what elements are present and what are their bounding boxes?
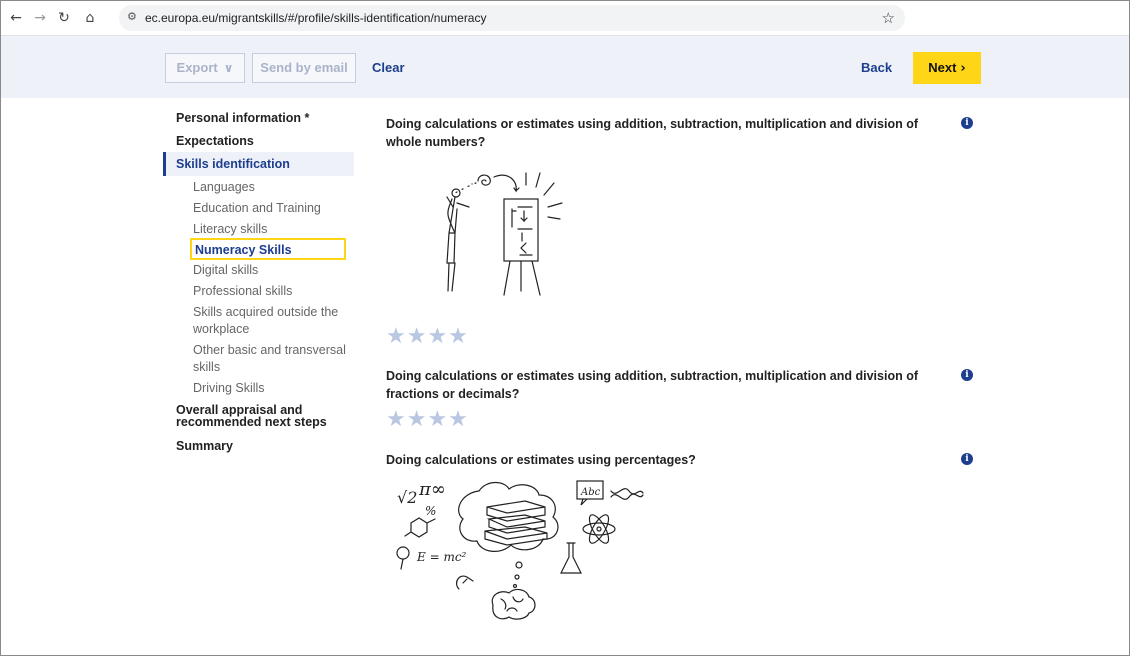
sidebar-item-summary[interactable]: Summary — [176, 439, 233, 453]
next-button[interactable]: Next › — [913, 52, 981, 84]
sidebar-item-overall-appraisal[interactable]: Overall appraisal and recommended next s… — [176, 404, 327, 429]
back-arrow-icon[interactable]: ← — [7, 9, 25, 27]
sidebar-item-languages[interactable]: Languages — [193, 180, 255, 194]
sidebar-item-education-training[interactable]: Education and Training — [193, 201, 321, 215]
sidebar-item-digital-skills[interactable]: Digital skills — [193, 263, 258, 277]
info-icon[interactable]: i — [961, 369, 973, 381]
forward-arrow-icon[interactable]: → — [31, 9, 49, 27]
sidebar-item-personal-information[interactable]: Personal information * — [176, 111, 309, 125]
question-1-text: Doing calculations or estimates using ad… — [386, 117, 918, 149]
home-icon[interactable]: ⌂ — [81, 9, 99, 27]
sidebar-item-numeracy-skills[interactable]: Numeracy Skills — [190, 238, 346, 260]
sidebar-item-label: Numeracy Skills — [195, 243, 292, 257]
next-label: Next — [928, 60, 957, 75]
bookmark-star-icon[interactable]: ☆ — [882, 9, 895, 27]
sidebar-item-label: Skills identification — [176, 157, 290, 171]
study-thought-cloud-illustration: √2 π∞ % Abc E = mc² — [396, 479, 644, 620]
sidebar-item-driving-skills[interactable]: Driving Skills — [193, 381, 265, 395]
back-button[interactable]: Back — [861, 60, 892, 75]
info-icon[interactable]: i — [961, 117, 973, 129]
sidebar-item-other-basic-transversal[interactable]: Other basic and transversal — [193, 343, 346, 357]
rating-stars-question-2[interactable]: ★★★★ — [386, 407, 469, 432]
question-2-text: Doing calculations or estimates using ad… — [386, 369, 918, 401]
reload-icon[interactable]: ↻ — [55, 9, 73, 27]
browser-toolbar: ← → ↻ ⌂ ⚙ ec.europa.eu/migrantskills/#/p… — [1, 1, 1129, 36]
formula-label: E = mc² — [416, 550, 467, 564]
page-frame: ← → ↻ ⌂ ⚙ ec.europa.eu/migrantskills/#/p… — [0, 0, 1130, 656]
sidebar-item-skills-outside-workplace-line2[interactable]: workplace — [193, 322, 249, 336]
sidebar-item-skills-outside-workplace[interactable]: Skills acquired outside the — [193, 305, 338, 319]
site-settings-icon[interactable]: ⚙ — [127, 10, 137, 23]
address-bar[interactable]: ⚙ ec.europa.eu/migrantskills/#/profile/s… — [119, 5, 905, 31]
url-text[interactable]: ec.europa.eu/migrantskills/#/profile/ski… — [145, 11, 486, 25]
chevron-down-icon: ∨ — [223, 61, 234, 75]
sqrt2-label: √2 — [397, 488, 417, 507]
abc-label: Abc — [580, 487, 601, 498]
action-toolbar: Export ∨ Send by email Clear Back Next › — [1, 36, 1129, 98]
sidebar-item-other-basic-transversal-line2[interactable]: skills — [193, 360, 220, 374]
teacher-whiteboard-illustration — [446, 172, 563, 296]
export-button[interactable]: Export ∨ — [165, 53, 245, 83]
clear-button[interactable]: Clear — [372, 60, 405, 75]
sidebar-item-skills-identification[interactable]: Skills identification — [163, 152, 354, 176]
sidebar-item-label: recommended next steps — [176, 415, 327, 429]
chevron-right-icon: › — [960, 61, 966, 76]
sidebar-item-professional-skills[interactable]: Professional skills — [193, 284, 292, 298]
percent-label: % — [425, 504, 436, 518]
export-label: Export — [176, 60, 218, 75]
sidebar-item-literacy-skills[interactable]: Literacy skills — [193, 222, 267, 236]
send-by-email-button[interactable]: Send by email — [252, 53, 356, 83]
info-icon[interactable]: i — [961, 453, 973, 465]
pi-infinity-label: π∞ — [418, 479, 446, 500]
rating-stars-question-1[interactable]: ★★★★ — [386, 324, 469, 349]
question-3-text: Doing calculations or estimates using pe… — [386, 453, 696, 467]
send-by-email-label: Send by email — [260, 60, 348, 75]
sidebar-item-expectations[interactable]: Expectations — [176, 134, 254, 148]
